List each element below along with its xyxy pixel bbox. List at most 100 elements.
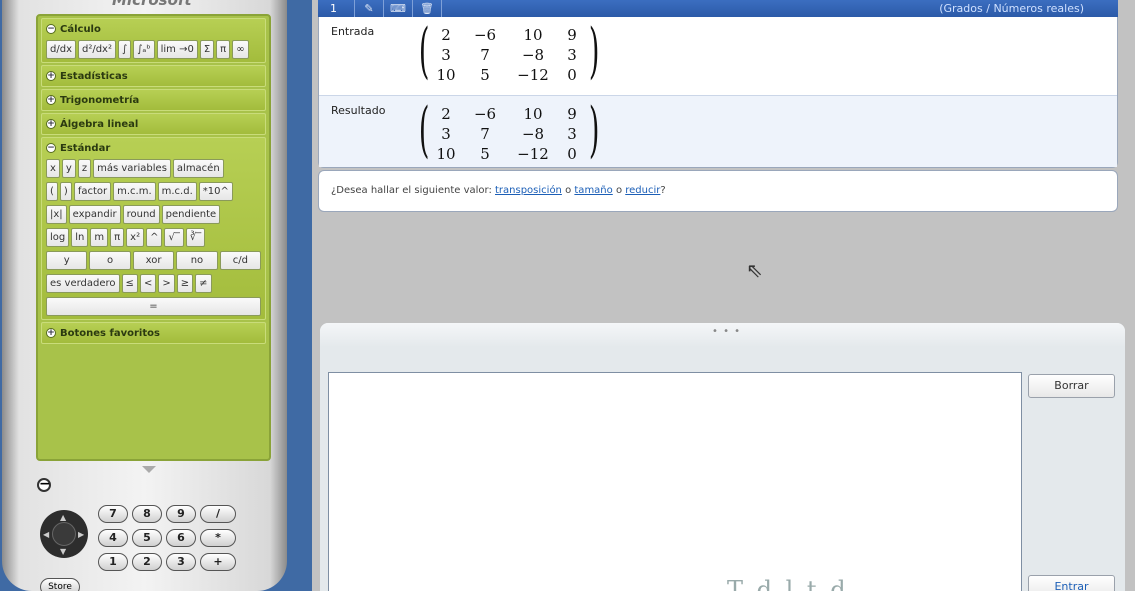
expand-icon[interactable]: + [46,71,56,81]
link-reducir[interactable]: reducir [625,185,660,196]
calc-button[interactable]: ) [59,182,72,201]
calc-button[interactable]: π [216,40,231,59]
keypad-key[interactable]: 6 [166,529,196,547]
calc-button[interactable]: round [122,205,160,224]
section-header-trigonometria[interactable]: + Trigonometría [46,93,261,107]
keypad-key[interactable]: 9 [166,505,196,523]
calc-button[interactable]: x [46,159,60,178]
expand-icon[interactable]: + [46,95,56,105]
estandar-row: = [46,297,261,316]
calc-button[interactable]: y [61,159,76,178]
keypad-key[interactable]: 4 [98,529,128,547]
calc-button[interactable]: m.c.d. [157,182,197,201]
arrow-down-icon[interactable]: ▼ [60,547,66,556]
calc-button[interactable]: no [176,251,218,270]
right-paren: ) [588,95,600,165]
trash-icon[interactable]: 🗑 [413,2,441,15]
section-header-estadisticas[interactable]: + Estadísticas [46,69,261,83]
matrix-cell: −8 [521,125,545,143]
calc-button[interactable]: x² [126,228,145,247]
matrix-grid: 2 −6 10 9 3 7 −8 3 10 5 −12 0 [429,102,585,164]
calc-button[interactable]: ∫ [117,40,132,59]
expand-icon[interactable]: + [46,119,56,129]
calc-button[interactable]: expandir [68,205,121,224]
section-header-favoritos[interactable]: + Botones favoritos [46,326,261,340]
calculo-buttons: d/dx d²/dx² ∫ ∫ₐᵇ lim →0 Σπ ∞ [46,40,261,59]
calc-button[interactable]: *10^ [198,182,233,201]
calc-button[interactable]: Σ [199,40,215,59]
calc-button[interactable]: es verdadero [46,274,120,293]
enter-button[interactable]: Entrar [1028,575,1115,591]
section-title: Botones favoritos [60,327,160,339]
dpad[interactable]: ▲ ▼ ◀ ▶ [40,510,88,558]
calculator-body: Microsoft − Cálculo d/dx d²/dx² ∫ ∫ₐᵇ lim →0… [2,0,287,591]
calc-button[interactable]: ∫ₐᵇ [133,40,155,59]
store-key[interactable]: Store [40,578,80,591]
keypad-key[interactable]: 2 [132,553,162,571]
expand-icon[interactable]: + [46,328,56,338]
worksheet-area: 1 ✎ ⌨ 🗑 (Grados / Números reales) Entrad… [312,0,1135,591]
calc-button[interactable]: pendiente [161,205,221,224]
clear-button[interactable]: Borrar [1028,374,1115,398]
link-tamano[interactable]: tamaño [574,185,612,196]
calc-button[interactable]: ln [71,228,89,247]
matrix-cell: 3 [567,125,577,143]
calc-button[interactable]: almacén [172,159,224,178]
keypad-key[interactable]: 1 [98,553,128,571]
dpad-center[interactable] [52,522,76,546]
calc-button[interactable]: xor [132,251,175,270]
arrow-left-icon[interactable]: ◀ [43,530,49,539]
calc-button[interactable]: m.c.m. [113,182,156,201]
scroll-down-icon[interactable] [142,466,156,473]
calc-button[interactable]: = [46,297,261,316]
keypad-key[interactable]: / [200,505,236,523]
calc-button[interactable]: √‾ [164,228,184,247]
edit-icon[interactable]: ✎ [355,2,383,15]
calc-button[interactable]: lim →0 [156,40,198,59]
section-title: Álgebra lineal [60,118,139,130]
minus-key[interactable]: − [37,477,51,492]
arrow-up-icon[interactable]: ▲ [60,513,66,522]
section-header-estandar[interactable]: − Estándar [46,141,261,155]
calc-button[interactable]: ^ [146,228,163,247]
collapse-icon[interactable]: − [46,143,56,153]
estandar-row: |x| expandir round pendiente [46,205,261,224]
input-matrix[interactable]: ( 2 −6 10 9 3 7 −8 3 10 5 −12 0 ) [415,21,600,85]
collapse-icon[interactable]: − [46,24,56,34]
calc-button[interactable]: d²/dx² [77,40,116,59]
section-header-calculo[interactable]: − Cálculo [46,22,261,36]
calc-button[interactable]: |x| [46,205,67,224]
calc-button[interactable]: ( [46,182,58,201]
calc-button[interactable]: ∛‾ [185,228,206,247]
keypad-key[interactable]: 5 [132,529,162,547]
expression-input[interactable]: T d l t d [328,372,1022,591]
keypad-key[interactable]: + [200,553,236,571]
calc-button[interactable]: m [90,228,109,247]
resize-handle[interactable]: • • • [712,326,741,337]
calc-button[interactable]: más variables [93,159,171,178]
calc-button[interactable]: π [110,228,125,247]
keypad-key[interactable]: 3 [166,553,196,571]
calc-button[interactable]: d/dx [46,40,76,59]
calc-button[interactable]: ≤ [121,274,138,293]
calc-button[interactable]: y [46,251,88,270]
result-matrix[interactable]: ( 2 −6 10 9 3 7 −8 3 10 5 −12 0 ) [415,95,600,165]
calc-button[interactable]: factor [73,182,112,201]
calc-button[interactable]: < [139,274,157,293]
keypad-key[interactable]: 7 [98,505,128,523]
arrow-right-icon[interactable]: ▶ [78,530,84,539]
section-trigonometria: + Trigonometría [41,89,266,111]
keypad-key[interactable]: 8 [132,505,162,523]
calc-button[interactable]: ≠ [195,274,212,293]
section-header-algebra-lineal[interactable]: + Álgebra lineal [46,117,261,131]
calc-button[interactable]: o [89,251,131,270]
link-transposicion[interactable]: transposición [495,185,562,196]
calc-button[interactable]: > [158,274,175,293]
calc-button[interactable]: c/d [219,251,262,270]
calc-button[interactable]: z [77,159,92,178]
calc-button[interactable]: ∞ [232,40,249,59]
calc-button[interactable]: ≥ [176,274,194,293]
keypad-key[interactable]: * [200,529,236,547]
calc-button[interactable]: log [46,228,70,247]
keyboard-icon[interactable]: ⌨ [384,2,412,15]
